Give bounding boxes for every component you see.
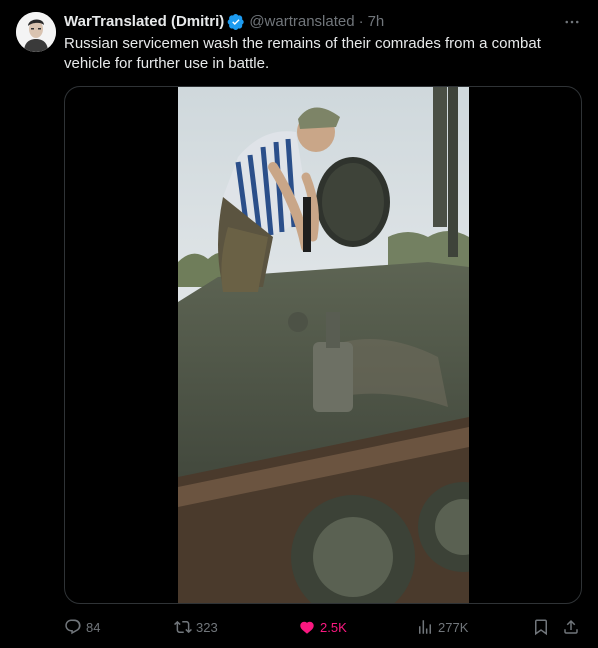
tweet-text: Russian servicemen wash the remains of t…	[64, 35, 541, 72]
retweet-icon	[174, 618, 192, 636]
views-icon	[416, 618, 434, 636]
share-icon	[562, 618, 580, 636]
retweet-button[interactable]: 323	[174, 616, 218, 638]
separator-dot: ·	[358, 13, 364, 30]
display-name[interactable]: WarTranslated (Dmitri)	[64, 12, 224, 32]
verified-badge-icon	[227, 13, 245, 31]
timestamp[interactable]: 7h	[368, 12, 385, 32]
handle[interactable]: @wartranslated	[249, 12, 354, 32]
reply-count: 84	[86, 619, 101, 635]
avatar[interactable]	[16, 12, 56, 52]
heart-icon	[298, 618, 316, 636]
more-icon[interactable]	[562, 12, 582, 32]
tweet-header: WarTranslated (Dmitri) @wartranslated · …	[64, 12, 582, 32]
bookmark-icon	[532, 618, 550, 636]
like-count: 2.5K	[320, 619, 347, 635]
reply-icon	[64, 618, 82, 636]
video-player[interactable]	[178, 87, 508, 603]
like-button[interactable]: 2.5K	[298, 616, 347, 638]
views-count: 277K	[438, 619, 469, 635]
reply-button[interactable]: 84	[64, 616, 100, 638]
retweet-count: 323	[196, 619, 218, 635]
media-container[interactable]	[64, 86, 582, 604]
bookmark-button[interactable]	[532, 616, 550, 638]
tweet: WarTranslated (Dmitri) @wartranslated · …	[0, 0, 598, 648]
share-button[interactable]	[562, 616, 580, 638]
views-button[interactable]: 277K	[416, 616, 468, 638]
action-bar: 84 323 2.5K 277K	[64, 616, 582, 638]
